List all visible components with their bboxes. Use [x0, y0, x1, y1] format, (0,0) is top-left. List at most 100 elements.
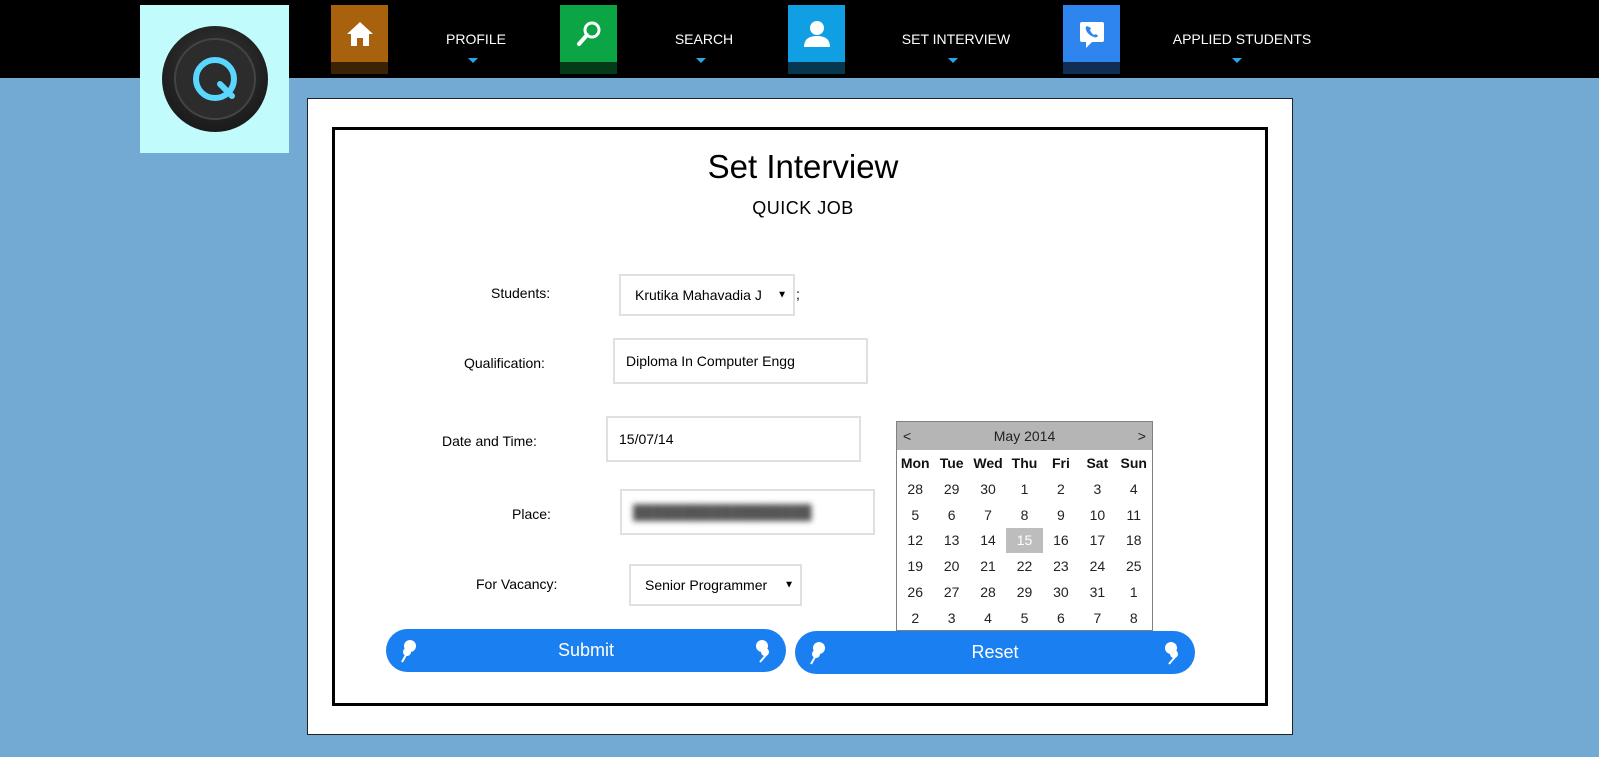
nav-item-search[interactable]: SEARCH — [675, 31, 733, 47]
calendar-day[interactable]: 24 — [1079, 553, 1115, 579]
calendar-day[interactable]: 30 — [1043, 579, 1079, 605]
prev-month-button[interactable]: < — [903, 428, 911, 444]
set-interview-form: Set Interview QUICK JOB Students: Krutik… — [332, 127, 1268, 706]
datetime-label: Date and Time: — [442, 433, 537, 449]
calendar-day[interactable]: 28 — [897, 476, 933, 502]
search-icon — [576, 21, 600, 46]
calendar-day[interactable]: 27 — [933, 579, 969, 605]
main-panel: Set Interview QUICK JOB Students: Krutik… — [307, 98, 1293, 735]
calendar-day[interactable]: 4 — [1116, 476, 1152, 502]
calendar-weekday-wed: Wed — [973, 455, 1003, 471]
place-value-redacted: ██████████████████ — [633, 504, 812, 520]
calendar-day[interactable]: 5 — [1006, 605, 1042, 631]
chevron-down-icon — [468, 58, 478, 63]
nav-tile-profile[interactable] — [331, 5, 388, 74]
calendar-day[interactable]: 3 — [933, 605, 969, 631]
calendar-day[interactable]: 28 — [970, 579, 1006, 605]
calendar-day[interactable]: 7 — [970, 502, 1006, 528]
submit-button[interactable]: Submit — [386, 629, 786, 672]
calendar-day[interactable]: 23 — [1043, 553, 1079, 579]
nav-tile-set-interview[interactable] — [788, 5, 845, 74]
datetime-value: 15/07/14 — [619, 431, 674, 447]
page-title: Set Interview — [707, 148, 899, 185]
calendar-day[interactable]: 31 — [1079, 579, 1115, 605]
q-logo-icon — [161, 26, 268, 132]
nav-tile-search[interactable] — [560, 5, 617, 74]
calendar-header: < May 2014 > — [897, 422, 1152, 450]
calendar-day[interactable]: 5 — [897, 502, 933, 528]
reset-button[interactable]: Reset — [795, 631, 1195, 674]
calendar-day[interactable]: 16 — [1043, 528, 1079, 554]
calendar-day[interactable]: 29 — [1006, 579, 1042, 605]
dropdown-arrow-icon: ▼ — [777, 289, 787, 301]
calendar-day[interactable]: 14 — [970, 528, 1006, 554]
calendar-day[interactable]: 21 — [970, 553, 1006, 579]
home-icon — [346, 21, 373, 46]
phone-icon — [1079, 21, 1104, 48]
pushpin-icon — [756, 639, 769, 663]
place-field[interactable]: ██████████████████ — [620, 489, 875, 535]
calendar-day[interactable]: 29 — [933, 476, 969, 502]
calendar-weekday-thu: Thu — [1011, 455, 1038, 471]
calendar-day[interactable]: 20 — [933, 553, 969, 579]
calendar-day[interactable]: 3 — [1079, 476, 1115, 502]
calendar-month-label: May 2014 — [993, 428, 1056, 444]
place-label: Place: — [512, 506, 551, 522]
qualification-value: Diploma In Computer Engg — [626, 353, 795, 369]
vacancy-select-value: Senior Programmer — [645, 577, 768, 593]
calendar-day[interactable]: 6 — [1043, 605, 1079, 631]
calendar-day[interactable]: 19 — [897, 553, 933, 579]
calendar-day[interactable]: 8 — [1116, 605, 1152, 631]
datetime-field[interactable]: 15/07/14 — [606, 416, 861, 462]
calendar-day[interactable]: 25 — [1116, 553, 1152, 579]
calendar-day[interactable]: 11 — [1116, 502, 1152, 528]
qualification-field[interactable]: Diploma In Computer Engg — [613, 338, 868, 384]
nav-item-set-interview[interactable]: SET INTERVIEW — [902, 31, 1010, 47]
date-picker-calendar: < May 2014 > Mon Tue Wed Thu Fri Sat Sun 28 29 3… — [896, 421, 1153, 631]
calendar-day[interactable]: 7 — [1079, 605, 1115, 631]
calendar-day[interactable]: 2 — [1043, 476, 1079, 502]
vacancy-label: For Vacancy: — [476, 576, 558, 592]
reset-button-label: Reset — [971, 642, 1019, 662]
calendar-day[interactable]: 9 — [1043, 502, 1079, 528]
calendar-days-grid: 28 29 30 1 2 3 4 5 6 7 8 9 10 11 12 13 14 15 16 17 18 19 20 21 2… — [897, 476, 1152, 631]
pushpin-icon — [810, 641, 825, 664]
calendar-day[interactable]: 1 — [1006, 476, 1042, 502]
calendar-day[interactable]: 2 — [897, 605, 933, 631]
calendar-day[interactable]: 13 — [933, 528, 969, 554]
calendar-day[interactable]: 1 — [1116, 579, 1152, 605]
calendar-weekday-tue: Tue — [939, 455, 964, 471]
calendar-day[interactable]: 12 — [897, 528, 933, 554]
calendar-day[interactable]: 8 — [1006, 502, 1042, 528]
calendar-weekday-mon: Mon — [900, 455, 930, 471]
calendar-day[interactable]: 26 — [897, 579, 933, 605]
calendar-day[interactable]: 18 — [1116, 528, 1152, 554]
site-logo[interactable] — [140, 5, 289, 153]
qualification-label: Qualification: — [464, 355, 545, 371]
nav-item-profile[interactable]: PROFILE — [446, 31, 506, 47]
students-select[interactable]: Krutika Mahavadia J ▼ — [619, 274, 795, 316]
calendar-day[interactable]: 30 — [970, 476, 1006, 502]
nav-tile-applied-students[interactable] — [1063, 5, 1120, 74]
calendar-weekday-row: Mon Tue Wed Thu Fri Sat Sun — [897, 450, 1152, 476]
students-label: Students: — [491, 285, 551, 301]
calendar-day[interactable]: 4 — [970, 605, 1006, 631]
calendar-day[interactable]: 22 — [1006, 553, 1042, 579]
students-suffix: ; — [796, 286, 800, 302]
submit-button-label: Submit — [557, 640, 615, 660]
calendar-day[interactable]: 10 — [1079, 502, 1115, 528]
nav-item-applied-students[interactable]: APPLIED STUDENTS — [1173, 31, 1311, 47]
calendar-day[interactable]: 17 — [1079, 528, 1115, 554]
calendar-weekday-sat: Sat — [1086, 455, 1109, 471]
chevron-down-icon — [1232, 58, 1242, 63]
pushpin-icon — [401, 639, 416, 662]
vacancy-select[interactable]: Senior Programmer ▼ — [629, 564, 802, 606]
pushpin-icon — [1165, 641, 1178, 665]
calendar-day[interactable]: 6 — [933, 502, 969, 528]
chevron-down-icon — [696, 58, 706, 63]
dropdown-arrow-icon: ▼ — [784, 579, 794, 591]
next-month-button[interactable]: > — [1138, 428, 1146, 444]
calendar-weekday-fri: Fri — [1051, 455, 1070, 471]
chevron-down-icon — [948, 58, 958, 63]
calendar-day[interactable]: 15 — [1006, 527, 1043, 554]
